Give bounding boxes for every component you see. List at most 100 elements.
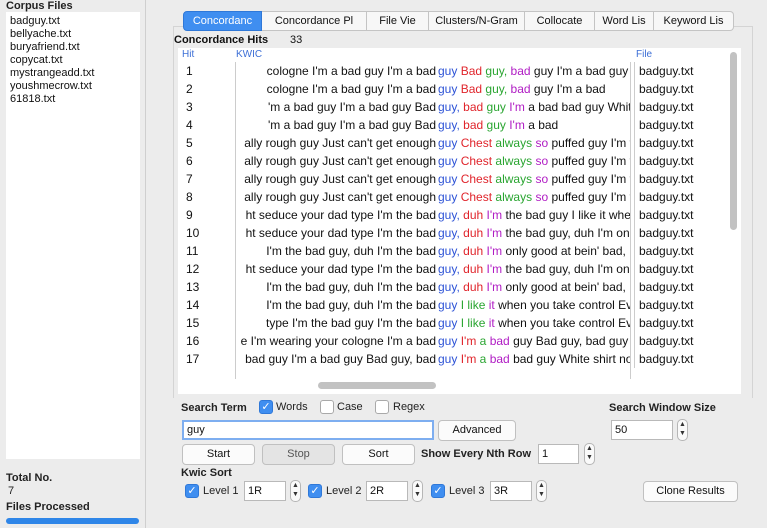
hit-number[interactable]: 14 [178,296,235,314]
words-checkbox[interactable]: ✓ [259,400,273,414]
hit-number[interactable]: 11 [178,242,235,260]
tab-collocates[interactable]: Collocate [525,11,595,31]
start-button[interactable]: Start [182,444,255,465]
hit-number[interactable]: 15 [178,314,235,332]
kwic-row[interactable]: I'm the bad guy, duh I'm the bad guy, duh… [236,278,630,296]
hit-number[interactable]: 9 [178,206,235,224]
file-name-cell[interactable]: badguy.txt [635,314,728,332]
kwic-row[interactable]: ht seduce your dad type I'm the bad guy, … [236,224,630,242]
stepper-up-icon[interactable]: ▲ [413,481,422,490]
kwic-row[interactable]: 'm a bad guy I'm a bad guy Bad guy, bad g… [236,98,630,116]
file-name-cell[interactable]: badguy.txt [635,242,728,260]
corpus-file-item[interactable]: badguy.txt [10,15,136,28]
horizontal-scrollbar[interactable] [318,382,436,389]
vertical-scrollbar[interactable] [730,52,737,230]
kwic-row[interactable]: ally rough guy Just can't get enough guy … [236,170,630,188]
column-header-hit[interactable]: Hit [182,49,194,60]
stepper-down-icon[interactable]: ▼ [678,429,687,438]
file-name-cell[interactable]: badguy.txt [635,116,728,134]
hit-number[interactable]: 8 [178,188,235,206]
kwic-row[interactable]: bad guy I'm a bad guy Bad guy, bad guy I'… [236,350,630,368]
corpus-file-item[interactable]: mystrangeadd.txt [10,67,136,80]
corpus-file-item[interactable]: bellyache.txt [10,28,136,41]
advanced-button[interactable]: Advanced [438,420,516,441]
clone-results-button[interactable]: Clone Results [643,481,738,502]
stepper-up-icon[interactable]: ▲ [537,481,546,490]
corpus-file-list[interactable]: badguy.txt bellyache.txt buryafriend.txt… [6,12,140,459]
concordance-table[interactable]: Hit KWIC File 1 2 3 4 5 6 7 8 9 10 11 12 13 14 15 16 17 … [178,48,741,394]
stop-button[interactable]: Stop [262,444,335,465]
kwic-row[interactable]: ht seduce your dad type I'm the bad guy, … [236,206,630,224]
kwic-row[interactable]: I'm the bad guy, duh I'm the bad guy I li… [236,296,630,314]
hit-number[interactable]: 10 [178,224,235,242]
hit-number[interactable]: 7 [178,170,235,188]
sort-level-3-checkbox[interactable]: ✓ [431,484,445,498]
hit-number[interactable]: 4 [178,116,235,134]
file-name-cell[interactable]: badguy.txt [635,260,728,278]
kwic-row[interactable]: ht seduce your dad type I'm the bad guy, … [236,260,630,278]
tab-keyword-list[interactable]: Keyword Lis [654,11,734,31]
file-name-cell[interactable]: badguy.txt [635,206,728,224]
stepper-down-icon[interactable]: ▼ [291,490,300,499]
kwic-row[interactable]: I'm the bad guy, duh I'm the bad guy, duh… [236,242,630,260]
regex-checkbox[interactable] [375,400,389,414]
search-window-size-input[interactable]: 50 [611,420,673,440]
kwic-row[interactable]: ally rough guy Just can't get enough guy … [236,152,630,170]
file-name-cell[interactable]: badguy.txt [635,224,728,242]
file-name-cell[interactable]: badguy.txt [635,188,728,206]
file-name-cell[interactable]: badguy.txt [635,278,728,296]
search-window-size-stepper[interactable]: ▲ ▼ [677,419,688,441]
hit-number[interactable]: 12 [178,260,235,278]
tab-clusters-ngram[interactable]: Clusters/N-Gram [429,11,525,31]
stepper-down-icon[interactable]: ▼ [413,490,422,499]
corpus-file-item[interactable]: copycat.txt [10,54,136,67]
sort-button[interactable]: Sort [342,444,415,465]
file-name-cell[interactable]: badguy.txt [635,152,728,170]
hit-number[interactable]: 5 [178,134,235,152]
sort-level-1-checkbox[interactable]: ✓ [185,484,199,498]
kwic-row[interactable]: type I'm the bad guy I'm the bad guy I li… [236,314,630,332]
hit-number[interactable]: 1 [178,62,235,80]
file-name-cell[interactable]: badguy.txt [635,98,728,116]
file-name-cell[interactable]: badguy.txt [635,134,728,152]
kwic-row[interactable]: e I'm wearing your cologne I'm a bad guy … [236,332,630,350]
tab-file-view[interactable]: File Vie [367,11,429,31]
column-header-kwic[interactable]: KWIC [236,49,262,60]
column-header-file[interactable]: File [636,49,652,60]
kwic-row[interactable]: cologne I'm a bad guy I'm a bad guy Bad g… [236,80,630,98]
tab-concordance[interactable]: Concordanc [183,11,262,31]
hit-number[interactable]: 17 [178,350,235,368]
stepper-up-icon[interactable]: ▲ [291,481,300,490]
file-name-cell[interactable]: badguy.txt [635,296,728,314]
hit-number[interactable]: 6 [178,152,235,170]
stepper-down-icon[interactable]: ▼ [585,453,594,462]
sort-level-1-input[interactable]: 1R [244,481,286,501]
tab-concordance-plot[interactable]: Concordance Pl [262,11,367,31]
file-name-cell[interactable]: badguy.txt [635,80,728,98]
case-checkbox[interactable] [320,400,334,414]
sort-level-2-checkbox[interactable]: ✓ [308,484,322,498]
hit-number[interactable]: 3 [178,98,235,116]
search-term-input[interactable]: guy [182,420,434,440]
corpus-file-item[interactable]: youshmecrow.txt [10,80,136,93]
sort-level-2-stepper[interactable]: ▲ ▼ [412,480,423,502]
corpus-file-item[interactable]: 61818.txt [10,93,136,106]
stepper-up-icon[interactable]: ▲ [678,420,687,429]
stepper-up-icon[interactable]: ▲ [585,444,594,453]
nth-row-input[interactable]: 1 [538,444,579,464]
sort-level-1-stepper[interactable]: ▲ ▼ [290,480,301,502]
file-name-cell[interactable]: badguy.txt [635,332,728,350]
corpus-file-item[interactable]: buryafriend.txt [10,41,136,54]
file-name-cell[interactable]: badguy.txt [635,62,728,80]
hit-number[interactable]: 16 [178,332,235,350]
hit-number[interactable]: 13 [178,278,235,296]
sort-level-2-input[interactable]: 2R [366,481,408,501]
nth-row-stepper[interactable]: ▲ ▼ [584,443,595,465]
stepper-down-icon[interactable]: ▼ [537,490,546,499]
file-name-cell[interactable]: badguy.txt [635,170,728,188]
kwic-row[interactable]: 'm a bad guy I'm a bad guy Bad guy, bad g… [236,116,630,134]
hit-number[interactable]: 2 [178,80,235,98]
sort-level-3-stepper[interactable]: ▲ ▼ [536,480,547,502]
tab-word-list[interactable]: Word Lis [595,11,654,31]
kwic-row[interactable]: ally rough guy Just can't get enough guy … [236,188,630,206]
